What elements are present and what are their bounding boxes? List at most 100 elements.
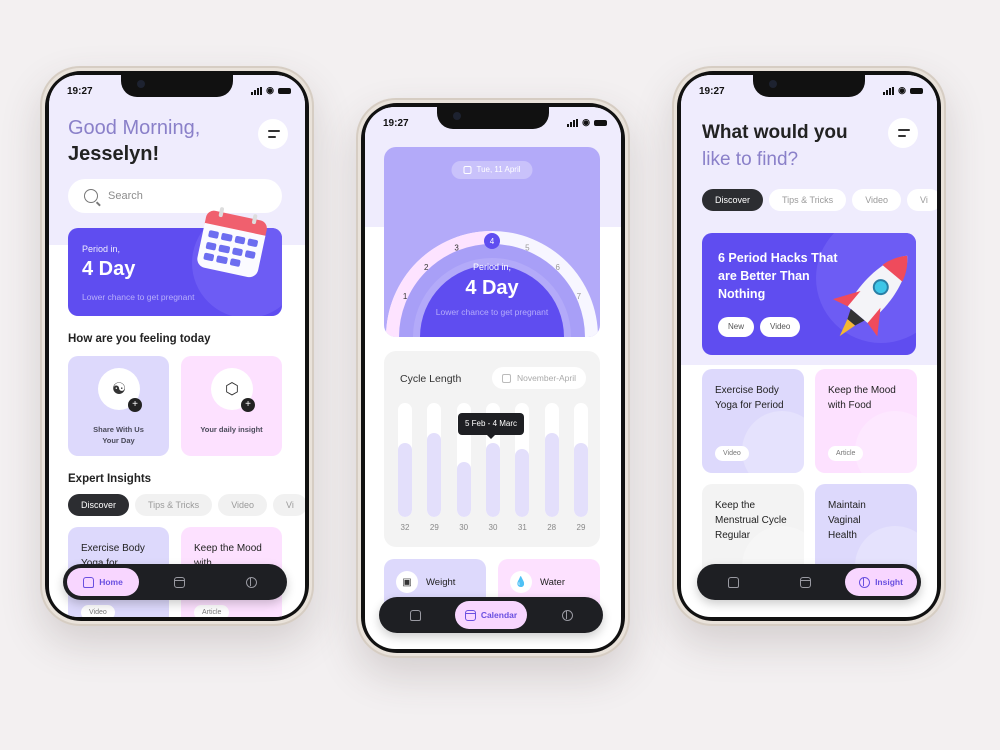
feeling-card-insight[interactable]: ⬡ + Your daily insight <box>181 356 282 456</box>
nav-calendar[interactable]: Calendar <box>455 601 527 629</box>
chip-video[interactable]: Video <box>218 494 268 516</box>
article-tag: Article <box>194 605 230 617</box>
home-icon <box>409 609 421 621</box>
calendar-icon <box>463 166 472 174</box>
chart-bar[interactable] <box>515 448 530 517</box>
feeling-card-share[interactable]: ☯ + Share With Us Your Day <box>68 356 169 456</box>
insight-icon <box>859 576 871 588</box>
card-blob <box>742 411 804 473</box>
chart-bar[interactable] <box>427 432 442 517</box>
range-picker[interactable]: November-April <box>491 367 586 389</box>
chart-tick-label: 29 <box>429 523 439 532</box>
article-title: Exercise Body Yoga for Period <box>715 385 784 411</box>
chart-tick-label: 30 <box>459 523 469 532</box>
status-icons: ◉ <box>883 85 923 96</box>
signal-icon <box>251 86 263 95</box>
insights-title: Expert Insights <box>68 473 152 485</box>
chart-bar-track[interactable] <box>574 403 588 517</box>
chart-bar-track[interactable] <box>544 403 559 517</box>
chart-bar[interactable] <box>574 442 588 517</box>
date-pill[interactable]: Tue, 11 April <box>451 161 533 179</box>
nav-insight[interactable] <box>531 601 603 629</box>
page-title: What would you like to find? <box>702 119 848 173</box>
signal-icon <box>567 118 579 127</box>
chip-more[interactable]: Vi <box>907 189 937 211</box>
calendar-icon <box>173 576 185 588</box>
chart-bar[interactable] <box>486 442 500 517</box>
phone-calendar: 19:27 ◉ 1234567 Tue, 11 April Period in,… <box>356 98 630 658</box>
chart-tick-label: 28 <box>547 523 557 532</box>
chart-bar[interactable] <box>456 462 471 517</box>
chart-bar[interactable] <box>544 432 559 517</box>
promo-tag[interactable]: Video <box>760 317 801 337</box>
status-icons: ◉ <box>567 117 607 128</box>
cycle-day-label[interactable]: 5 <box>525 244 530 253</box>
article-card[interactable]: Keep the Mood with Food Article <box>815 369 917 473</box>
chart-tick-label: 29 <box>576 523 586 532</box>
wifi-icon: ◉ <box>898 85 906 95</box>
bottom-nav: Home <box>63 564 287 600</box>
plus-icon[interactable]: + <box>128 398 142 412</box>
promo-tag[interactable]: New <box>718 317 755 337</box>
calendar-icon <box>799 576 811 588</box>
menu-button[interactable] <box>258 119 288 149</box>
promo-tags: New Video <box>718 317 801 337</box>
feeling-title: How are you feeling today <box>68 333 211 345</box>
article-tag: Video <box>81 605 115 617</box>
nav-label: Calendar <box>480 610 518 620</box>
feeling-card-label: Your daily insight <box>200 425 263 434</box>
cycle-day-label[interactable]: 3 <box>454 244 459 253</box>
nav-home[interactable]: Home <box>67 568 139 596</box>
chip-more[interactable]: Vi <box>273 494 305 516</box>
home-screen: 19:27 ◉ Good Morning, Jesselyn! Search P… <box>49 75 305 617</box>
cycle-day-label[interactable]: 4 <box>490 237 495 246</box>
status-time: 19:27 <box>67 86 93 97</box>
period-value: 4 Day <box>465 277 519 299</box>
menu-icon <box>268 130 280 132</box>
chart-bar-track[interactable] <box>427 403 442 517</box>
chip-discover[interactable]: Discover <box>68 494 130 516</box>
water-drop-icon: 💧 <box>510 571 532 593</box>
camera <box>769 80 777 88</box>
nav-insight[interactable] <box>215 568 287 596</box>
chip-video[interactable]: Video <box>852 189 902 211</box>
rocket-illustration-icon <box>832 255 908 337</box>
chip-discover[interactable]: Discover <box>702 189 764 211</box>
title-line2: like to find? <box>702 149 799 170</box>
camera <box>137 80 145 88</box>
nav-label: Home <box>99 577 123 587</box>
period-label: Period in, <box>82 244 121 254</box>
nav-insight[interactable]: Insight <box>845 568 917 596</box>
search-placeholder: Search <box>108 190 143 202</box>
menu-button[interactable] <box>888 118 918 148</box>
tracker-label: Weight <box>426 577 456 588</box>
plus-icon[interactable]: + <box>241 398 255 412</box>
nav-calendar[interactable] <box>769 568 841 596</box>
menu-icon <box>898 129 910 131</box>
chip-tips-tricks[interactable]: Tips & Tricks <box>135 494 213 516</box>
calendar-icon <box>464 609 476 621</box>
period-subtitle: Lower chance to get pregnant <box>82 292 195 302</box>
promo-card[interactable]: 6 Period Hacks That are Better Than Noth… <box>702 233 916 355</box>
chart-tick-label: 32 <box>400 523 410 532</box>
nav-calendar[interactable] <box>143 568 215 596</box>
status-icons: ◉ <box>251 85 291 96</box>
cycle-length-title: Cycle Length <box>400 373 462 385</box>
cycle-hero: 1234567 Tue, 11 April Period in, 4 Day L… <box>384 147 600 337</box>
chip-tips-tricks[interactable]: Tips & Tricks <box>769 189 847 211</box>
article-tag: Article <box>828 446 864 461</box>
phone-home: 19:27 ◉ Good Morning, Jesselyn! Search P… <box>40 66 314 626</box>
article-title: Keep the Mood with Food <box>828 385 896 411</box>
chart-bar[interactable] <box>398 442 412 517</box>
chart-bar-track[interactable] <box>398 403 412 517</box>
search-input[interactable]: Search <box>68 179 282 213</box>
insight-screen: 19:27 ◉ What would you like to find? Dis… <box>681 75 937 617</box>
calendar-illustration-icon <box>195 206 269 279</box>
camera <box>453 112 461 120</box>
nav-home[interactable] <box>697 568 769 596</box>
nav-home[interactable] <box>379 601 451 629</box>
article-card[interactable]: Exercise Body Yoga for Period Video <box>702 369 804 473</box>
phone-insight: 19:27 ◉ What would you like to find? Dis… <box>672 66 946 626</box>
search-icon <box>84 189 98 203</box>
status-time: 19:27 <box>699 86 725 97</box>
